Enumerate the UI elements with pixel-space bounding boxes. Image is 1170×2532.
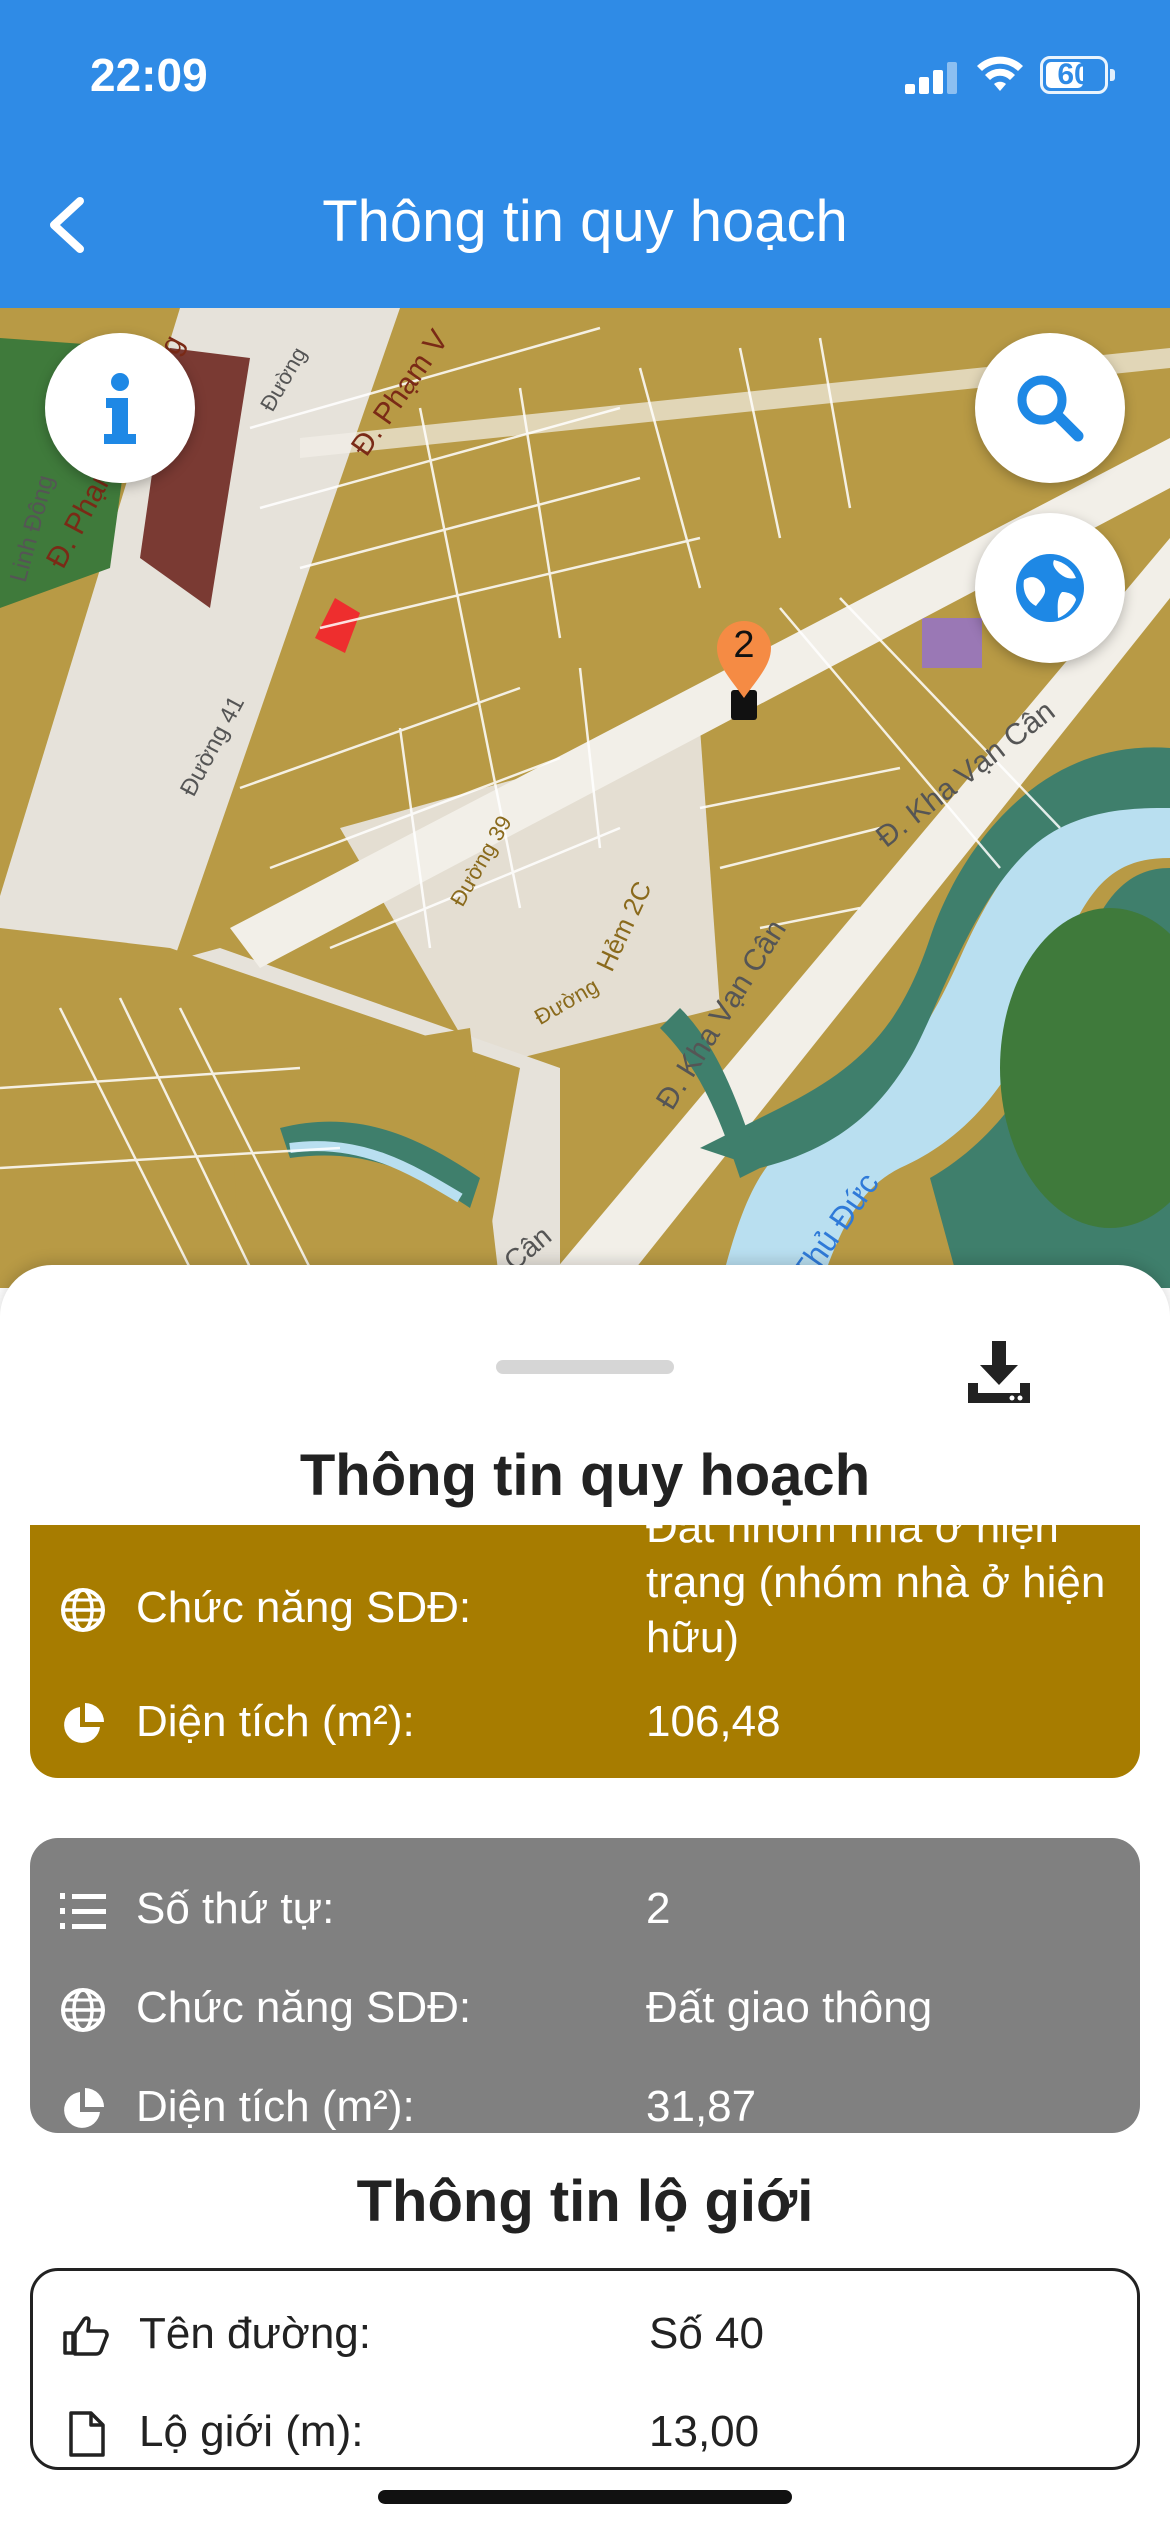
marker-number: 2 [733,624,755,666]
function-value: Đất nhóm nhà ở hiện trạng (nhóm nhà ở hi… [646,1525,1106,1662]
info-icon [104,373,136,444]
signal-icon [905,62,957,94]
area-row: Diện tích (m²): 106,48 [30,1689,1140,1759]
order-row: Số thứ tự: 2 [30,1876,1140,1946]
search-button[interactable] [975,333,1125,483]
status-time: 22:09 [90,49,208,101]
globe-icon [1016,554,1084,622]
land-use-card-1: Chức năng SDĐ: Đất nhóm nhà ở hiện trạng… [30,1525,1140,1778]
road-width-value: 13,00 [649,2407,760,2456]
page-title: Thông tin quy hoạch [322,189,848,254]
road-info-card: Tên đường: Số 40 Lộ giới (m): 13,00 [30,2268,1140,2470]
sheet-title-overlay: Thông tin quy hoạch [299,1443,871,1508]
status-bar: 22:09 60 [0,0,1170,150]
road-name-row: Tên đường: Số 40 [33,2301,1137,2371]
road-name-label: Tên đường: [139,2309,371,2358]
home-indicator[interactable] [378,2490,792,2504]
area-label: Diện tích (m²): [136,2082,415,2131]
download-icon[interactable] [964,1337,1034,1407]
pie-chart-icon [64,1703,104,1743]
road-info-title: Thông tin lộ giới [356,2169,814,2234]
function-row: Chức năng SDĐ: Đất giao thông [30,1975,1140,2045]
battery-level: 60 [1057,58,1091,91]
globe-button[interactable] [975,513,1125,663]
function-value: Đất giao thông [646,1983,933,2032]
thumbs-up-icon [63,2316,109,2356]
info-button[interactable] [45,333,195,483]
road-width-row: Lộ giới (m): 13,00 [33,2399,1137,2467]
land-use-card-2: Số thứ tự: 2 Chức năng SDĐ: Đất giao thô… [30,1838,1140,2133]
area-label: Diện tích (m²): [136,1697,415,1746]
pie-chart-icon [64,2088,104,2128]
planning-map[interactable]: Đ. Phạm Văn Đồng Đường 41 Đ. Phạm V Linh… [0,308,1170,1288]
order-label: Số thứ tự: [136,1884,335,1933]
function-label: Chức năng SDĐ: [136,1583,472,1632]
numbered-list-icon [60,1893,106,1929]
area-row: Diện tích (m²): 31,87 [30,2074,1140,2133]
order-value: 2 [646,1884,671,1933]
drag-handle[interactable] [496,1360,674,1374]
globe-icon [61,1988,105,2032]
app-header: 22:09 60 Thông tin quy hoạch [0,0,1170,308]
function-label: Chức năng SDĐ: [136,1983,472,2032]
battery-icon: 60 [1040,56,1115,94]
road-name-value: Số 40 [649,2309,764,2358]
road-width-label: Lộ giới (m): [139,2407,364,2456]
wifi-icon [977,56,1023,91]
globe-icon [61,1588,105,1632]
document-icon [69,2411,105,2457]
search-icon [1017,375,1084,442]
area-value: 31,87 [646,2082,757,2131]
area-value: 106,48 [646,1697,781,1746]
